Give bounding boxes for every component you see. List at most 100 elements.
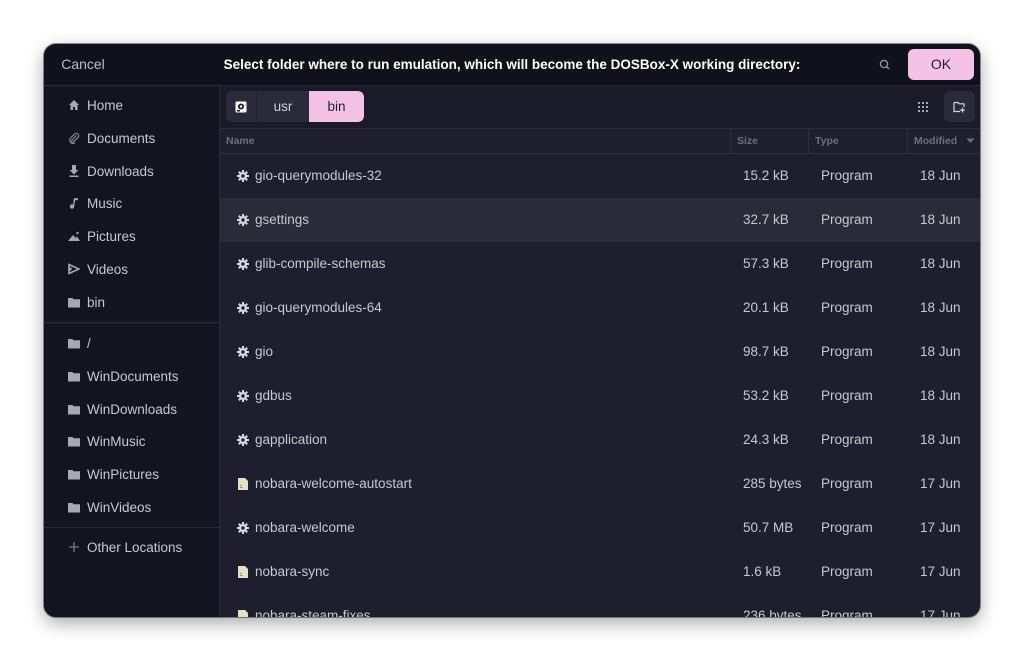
file-size: 98.7 kB — [743, 344, 789, 359]
picture-icon — [67, 229, 81, 243]
file-name: gapplication — [255, 432, 328, 447]
file-modified: 17 Jun — [920, 608, 961, 617]
table-row[interactable]: gio 98.7 kB Program 18 Jun — [220, 330, 980, 374]
sidebar-item-winmusic[interactable]: WinMusic — [44, 426, 219, 456]
file-size: 50.7 MB — [743, 520, 794, 535]
sidebar-item-label: WinDownloads — [87, 401, 178, 417]
ok-button[interactable]: OK — [908, 49, 974, 80]
music-note-icon — [67, 196, 81, 210]
sidebar-item-other-locations[interactable]: Other Locations — [44, 532, 219, 562]
table-row[interactable]: gapplication 24.3 kB Program 18 Jun — [220, 418, 980, 462]
column-header-size[interactable]: Size — [731, 129, 809, 153]
file-name: gsettings — [255, 212, 310, 227]
table-row[interactable]: nobara-sync 1.6 kB Program 17 Jun — [220, 550, 980, 594]
file-modified: 17 Jun — [920, 520, 961, 535]
file-name: nobara-sync — [255, 564, 330, 579]
path-bar: usr bin — [220, 86, 980, 129]
table-row[interactable]: gdbus 53.2 kB Program 18 Jun — [220, 374, 980, 418]
breadcrumb-usr[interactable]: usr — [257, 91, 309, 122]
file-name: nobara-welcome — [255, 520, 355, 535]
gear-icon — [237, 213, 249, 227]
cancel-button[interactable]: Cancel — [52, 50, 114, 79]
grid-icon — [918, 102, 928, 112]
file-modified: 18 Jun — [920, 432, 961, 447]
file-type: Program — [821, 344, 873, 359]
file-size: 24.3 kB — [743, 432, 789, 447]
script-file-icon — [237, 565, 249, 579]
sort-descending-icon — [966, 138, 975, 143]
sidebar-item-documents[interactable]: Documents — [44, 123, 219, 153]
sidebar-item-videos[interactable]: Videos — [44, 254, 219, 284]
file-name: nobara-welcome-autostart — [255, 476, 412, 491]
column-header-modified[interactable]: Modified — [908, 129, 980, 153]
file-modified: 17 Jun — [920, 476, 961, 491]
sidebar-item-pictures[interactable]: Pictures — [44, 221, 219, 251]
sidebar-item-winvideos[interactable]: WinVideos — [44, 492, 219, 522]
file-name: glib-compile-schemas — [255, 256, 386, 271]
gear-icon — [237, 521, 249, 535]
sidebar-item-bin[interactable]: bin — [44, 287, 219, 317]
sidebar-divider — [44, 527, 219, 528]
file-type: Program — [821, 212, 873, 227]
file-name: gio-querymodules-32 — [255, 168, 382, 183]
header-bar: Cancel Select folder where to run emulat… — [44, 44, 980, 86]
file-size: 1.6 kB — [743, 564, 782, 579]
sidebar-item-label: WinMusic — [87, 433, 146, 449]
search-button[interactable] — [874, 54, 896, 76]
file-modified: 18 Jun — [920, 344, 961, 359]
table-row[interactable]: gsettings 32.7 kB Program 18 Jun — [220, 198, 980, 242]
sidebar-item-label: Videos — [87, 261, 129, 277]
breadcrumb-bin[interactable]: bin — [309, 91, 364, 122]
file-modified: 18 Jun — [920, 256, 961, 271]
sidebar-item-label: bin — [87, 294, 106, 310]
file-size: 15.2 kB — [743, 168, 789, 183]
table-row[interactable]: gio-querymodules-64 20.1 kB Program 18 J… — [220, 286, 980, 330]
sidebar-item-label: WinDocuments — [87, 368, 179, 384]
view-toggle-button[interactable] — [912, 96, 934, 118]
disk-icon — [235, 101, 247, 112]
table-row[interactable]: gio-querymodules-32 15.2 kB Program 18 J… — [220, 154, 980, 198]
sidebar-item-downloads[interactable]: Downloads — [44, 156, 219, 186]
script-file-icon — [237, 609, 249, 617]
sidebar-divider — [44, 322, 219, 323]
table-row[interactable]: nobara-welcome 50.7 MB Program 17 Jun — [220, 506, 980, 550]
new-folder-button[interactable] — [944, 91, 975, 122]
file-name: gio — [255, 344, 274, 359]
file-name: gdbus — [255, 388, 292, 403]
sidebar-item-windownloads[interactable]: WinDownloads — [44, 394, 219, 424]
file-name: gio-querymodules-64 — [255, 300, 382, 315]
table-row[interactable]: nobara-steam-fixes 236 bytes Program 17 … — [220, 594, 980, 617]
sidebar-item-winpictures[interactable]: WinPictures — [44, 459, 219, 489]
sidebar-item-root[interactable]: / — [44, 328, 219, 358]
breadcrumb: usr bin — [226, 91, 364, 122]
new-folder-icon — [953, 101, 965, 112]
sidebar-item-music[interactable]: Music — [44, 188, 219, 218]
file-size: 285 bytes — [743, 476, 802, 491]
file-list-pane: usr bin Name Size Type Modified gio-quer… — [220, 86, 980, 617]
folder-icon — [67, 402, 81, 416]
sidebar-item-label: Music — [87, 195, 123, 211]
sidebar-item-label: Pictures — [87, 228, 136, 244]
column-header-modified-label: Modified — [914, 135, 958, 147]
plus-icon — [67, 540, 81, 554]
search-icon — [879, 59, 890, 70]
file-size: 20.1 kB — [743, 300, 789, 315]
column-header: Name Size Type Modified — [220, 129, 980, 154]
sidebar-item-windocuments[interactable]: WinDocuments — [44, 361, 219, 391]
breadcrumb-disk[interactable] — [226, 91, 257, 122]
table-row[interactable]: nobara-welcome-autostart 285 bytes Progr… — [220, 462, 980, 506]
video-icon — [67, 262, 81, 276]
column-header-type[interactable]: Type — [809, 129, 908, 153]
sidebar-item-label: / — [87, 335, 91, 351]
table-row[interactable]: glib-compile-schemas 57.3 kB Program 18 … — [220, 242, 980, 286]
file-chooser-dialog: Cancel Select folder where to run emulat… — [44, 44, 980, 617]
sidebar-item-home[interactable]: Home — [44, 90, 219, 120]
column-header-name[interactable]: Name — [220, 129, 731, 153]
file-type: Program — [821, 168, 873, 183]
file-type: Program — [821, 256, 873, 271]
gear-icon — [237, 433, 249, 447]
home-icon — [67, 98, 81, 112]
file-modified: 18 Jun — [920, 388, 961, 403]
sidebar-item-label: Documents — [87, 130, 156, 146]
dialog-title: Select folder where to run emulation, wh… — [223, 57, 801, 72]
